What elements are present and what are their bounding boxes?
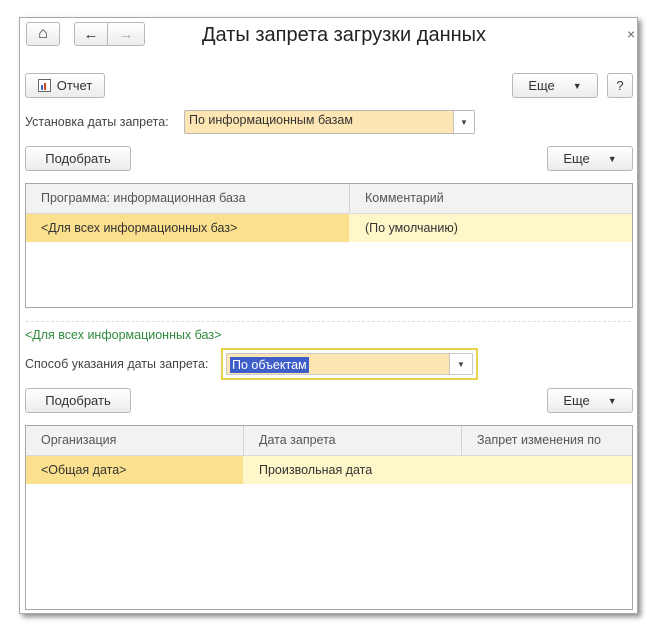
- pick-label: Подобрать: [45, 151, 111, 166]
- setting-select[interactable]: По информационным базам ▼: [184, 110, 475, 134]
- setting-value: По информационным базам: [189, 113, 353, 127]
- back-button[interactable]: ←: [74, 22, 108, 46]
- cell-comment: (По умолчанию): [365, 221, 458, 235]
- more-button-section[interactable]: Еще ▼: [547, 146, 633, 171]
- column-header-organization[interactable]: Организация: [26, 426, 243, 455]
- cell-date: Произвольная дата: [259, 463, 373, 477]
- home-button[interactable]: ⌂: [26, 22, 60, 46]
- pick-button-top[interactable]: Подобрать: [25, 146, 131, 171]
- window-title: Даты запрета загрузки данных: [202, 24, 487, 46]
- more-label: Еще: [563, 151, 590, 166]
- setting-label: Установка даты запрета:: [25, 115, 169, 129]
- cell-infobase: <Для всех информационных баз>: [26, 214, 349, 242]
- column-header-infobase[interactable]: Программа: информационная база: [26, 184, 349, 213]
- back-arrow-icon: ←: [83, 25, 99, 43]
- chevron-down-icon[interactable]: ▼: [453, 111, 474, 133]
- method-value: По объектам: [230, 357, 309, 373]
- column-header-comment[interactable]: Комментарий: [350, 184, 633, 213]
- help-label: ?: [616, 78, 624, 93]
- method-label: Способ указания даты запрета:: [25, 357, 209, 371]
- more-button-bottom[interactable]: Еще ▼: [547, 388, 633, 413]
- pick-label: Подобрать: [45, 393, 111, 408]
- forward-arrow-icon: →: [118, 25, 134, 43]
- home-icon: ⌂: [38, 25, 48, 42]
- more-label: Еще: [528, 78, 555, 93]
- more-button-top[interactable]: Еще ▼: [512, 73, 598, 98]
- close-icon[interactable]: ×: [627, 26, 635, 42]
- cell-organization: <Общая дата>: [26, 456, 243, 484]
- table-header: Организация Дата запрета Запрет изменени…: [26, 426, 632, 456]
- table-row[interactable]: <Для всех информационных баз> (По умолча…: [26, 214, 632, 242]
- report-button[interactable]: Отчет: [25, 73, 105, 98]
- group-link[interactable]: <Для всех информационных баз>: [25, 328, 221, 342]
- chevron-down-icon: ▼: [607, 395, 617, 406]
- infobases-table[interactable]: Программа: информационная база Комментар…: [25, 183, 633, 308]
- organizations-table[interactable]: Организация Дата запрета Запрет изменени…: [25, 425, 633, 610]
- forward-button[interactable]: →: [107, 22, 145, 46]
- chevron-down-icon[interactable]: ▼: [449, 354, 472, 374]
- pick-button-bottom[interactable]: Подобрать: [25, 388, 131, 413]
- table-row[interactable]: <Общая дата> Произвольная дата: [26, 456, 632, 484]
- chevron-down-icon: ▼: [572, 80, 582, 91]
- method-select-field[interactable]: По объектам ▼: [226, 353, 473, 375]
- table-header: Программа: информационная база Комментар…: [26, 184, 632, 214]
- chevron-down-icon: ▼: [607, 153, 617, 164]
- section-divider: [26, 321, 631, 322]
- help-button[interactable]: ?: [607, 73, 633, 98]
- report-label: Отчет: [56, 78, 93, 93]
- report-icon: [37, 79, 51, 92]
- column-header-date[interactable]: Дата запрета: [244, 426, 461, 455]
- column-header-change-ban[interactable]: Запрет изменения по: [462, 426, 633, 455]
- cell-change-ban: [462, 456, 633, 484]
- dialog-window: ⌂ ← → Даты запрета загрузки данных × Отч…: [19, 17, 638, 614]
- more-label: Еще: [563, 393, 590, 408]
- method-select[interactable]: По объектам ▼: [221, 348, 478, 380]
